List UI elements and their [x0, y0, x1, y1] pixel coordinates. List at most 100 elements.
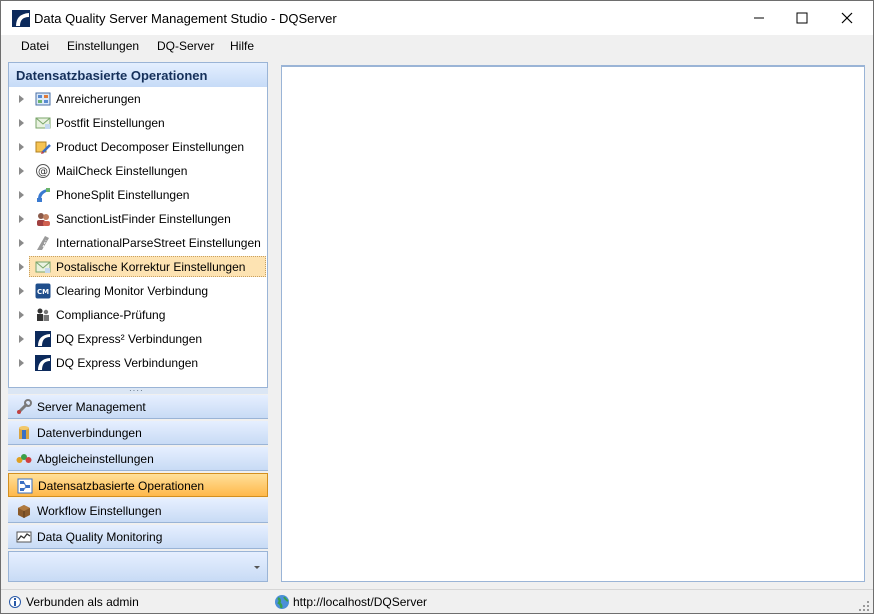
box-pencil-icon [35, 141, 51, 154]
status-url-text: http://localhost/DQServer [293, 595, 428, 609]
close-icon [841, 12, 853, 24]
window-title: Data Quality Server Management Studio - … [34, 11, 337, 26]
nav-label: Datensatzbasierte Operationen [38, 479, 205, 493]
tree-item-label: SanctionListFinder Einstellungen [56, 212, 231, 226]
tree-item-phonesplit[interactable]: PhoneSplit Einstellungen [9, 184, 267, 206]
nav-datensatzbasierte-operationen[interactable]: Datensatzbasierte Operationen [8, 473, 268, 497]
grid-icon [35, 92, 51, 106]
tree-item-postalische-korrektur[interactable]: Postalische Korrektur Einstellungen [9, 256, 267, 278]
tree-item-label: Compliance-Prüfung [56, 308, 166, 322]
menu-bar: Datei Einstellungen DQ-Server Hilfe [1, 35, 873, 59]
expand-arrow-icon[interactable] [19, 335, 24, 343]
tree-item-sanctionlistfinder[interactable]: SanctionListFinder Einstellungen [9, 208, 267, 230]
expand-arrow-icon[interactable] [19, 311, 24, 319]
tree-item-label: InternationalParseStreet Einstellungen [56, 236, 261, 250]
operations-tree: Anreicherungen Postfit Einstellungen Pro… [8, 87, 268, 388]
pane-splitter[interactable]: ···· [8, 386, 268, 395]
minimize-icon [754, 17, 764, 19]
nav-label: Abgleicheinstellungen [37, 452, 154, 466]
chart-icon [16, 531, 32, 543]
dq-logo-icon [35, 355, 51, 371]
wrench-icon [17, 399, 32, 414]
main-content-area [281, 65, 865, 582]
status-user-text: Verbunden als admin [26, 595, 139, 609]
tree-item-mailcheck[interactable]: @ MailCheck Einstellungen [9, 160, 267, 182]
navigation-pane: Datensatzbasierte Operationen Anreicheru… [8, 62, 268, 587]
nav-label: Datenverbindungen [37, 426, 142, 440]
tree-item-label: DQ Express² Verbindungen [56, 332, 203, 346]
globe-icon [275, 595, 289, 609]
maximize-button[interactable] [779, 1, 825, 35]
dq-logo-icon [35, 331, 51, 347]
phone-icon [37, 188, 50, 202]
expand-arrow-icon[interactable] [19, 287, 24, 295]
expand-arrow-icon[interactable] [19, 143, 24, 151]
at-sign-icon: @ [36, 164, 50, 178]
info-icon [9, 596, 21, 608]
app-window: Data Quality Server Management Studio - … [0, 0, 874, 614]
maximize-icon [796, 12, 808, 24]
menu-datei[interactable]: Datei [21, 39, 49, 53]
pane-title: Datensatzbasierte Operationen [16, 68, 208, 83]
tree-item-dq-express2[interactable]: DQ Express² Verbindungen [9, 328, 267, 350]
expand-arrow-icon[interactable] [19, 215, 24, 223]
svg-text:CM: CM [37, 288, 49, 296]
nav-datenverbindungen[interactable]: Datenverbindungen [8, 421, 268, 445]
tree-item-label: Postfit Einstellungen [56, 116, 165, 130]
tree-item-product-decomposer[interactable]: Product Decomposer Einstellungen [9, 136, 267, 158]
tree-item-label: Anreicherungen [56, 92, 141, 106]
minimize-button[interactable] [736, 1, 782, 35]
menu-dq-server[interactable]: DQ-Server [157, 39, 214, 53]
tree-item-label: DQ Express Verbindungen [56, 356, 199, 370]
cm-icon: CM [35, 283, 51, 299]
tree-item-anreicherungen[interactable]: Anreicherungen [9, 88, 267, 110]
tree-item-dq-express[interactable]: DQ Express Verbindungen [9, 352, 267, 374]
nav-label: Workflow Einstellungen [37, 504, 162, 518]
title-bar: Data Quality Server Management Studio - … [1, 1, 873, 35]
tree-item-postfit[interactable]: Postfit Einstellungen [9, 112, 267, 134]
status-connection: Verbunden als admin [8, 593, 268, 611]
expand-arrow-icon[interactable] [19, 239, 24, 247]
expand-arrow-icon[interactable] [19, 119, 24, 127]
expand-arrow-icon[interactable] [19, 263, 24, 271]
tree-item-clearing-monitor[interactable]: CM Clearing Monitor Verbindung [9, 280, 267, 302]
nav-server-management[interactable]: Server Management [8, 395, 268, 419]
nav-abgleicheinstellungen[interactable]: Abgleicheinstellungen [8, 447, 268, 471]
colored-dots-icon [16, 454, 32, 463]
nav-pane-footer[interactable] [8, 551, 268, 582]
envelope-icon [35, 117, 51, 129]
road-icon [37, 236, 49, 250]
dq-logo-icon [12, 10, 30, 27]
tree-item-compliance-pruefung[interactable]: Compliance-Prüfung [9, 304, 267, 326]
pane-header: Datensatzbasierte Operationen [8, 62, 268, 88]
nav-label: Server Management [37, 400, 146, 414]
expand-arrow-icon[interactable] [19, 95, 24, 103]
database-icon [19, 426, 29, 439]
chevron-down-icon[interactable] [254, 566, 260, 569]
tree-item-label: MailCheck Einstellungen [56, 164, 188, 178]
nav-data-quality-monitoring[interactable]: Data Quality Monitoring [8, 525, 268, 549]
tree-item-label: Product Decomposer Einstellungen [56, 140, 245, 154]
expand-arrow-icon[interactable] [19, 167, 24, 175]
cube-icon [18, 505, 30, 518]
tree-item-label: Postalische Korrektur Einstellungen [56, 260, 246, 274]
status-bar: Verbunden als admin http://localhost/DQS… [1, 589, 873, 613]
nav-workflow-einstellungen[interactable]: Workflow Einstellungen [8, 499, 268, 523]
expand-arrow-icon[interactable] [19, 191, 24, 199]
resize-grip-icon[interactable] [859, 601, 869, 611]
svg-text:@: @ [38, 167, 48, 178]
expand-arrow-icon[interactable] [19, 359, 24, 367]
user-check-icon [37, 308, 49, 321]
envelope-icon [35, 261, 51, 273]
menu-einstellungen[interactable]: Einstellungen [67, 39, 139, 53]
close-button[interactable] [824, 1, 870, 35]
tree-item-label: PhoneSplit Einstellungen [56, 188, 190, 202]
grip-dots-icon: ···· [129, 386, 144, 395]
people-icon [37, 213, 50, 226]
tree-item-internationalparsestreet[interactable]: InternationalParseStreet Einstellungen [9, 232, 267, 254]
menu-hilfe[interactable]: Hilfe [230, 39, 254, 53]
tree-item-label: Clearing Monitor Verbindung [56, 284, 209, 298]
nav-label: Data Quality Monitoring [37, 530, 163, 544]
flowchart-icon [17, 478, 33, 494]
status-server-url: http://localhost/DQServer [272, 593, 832, 611]
